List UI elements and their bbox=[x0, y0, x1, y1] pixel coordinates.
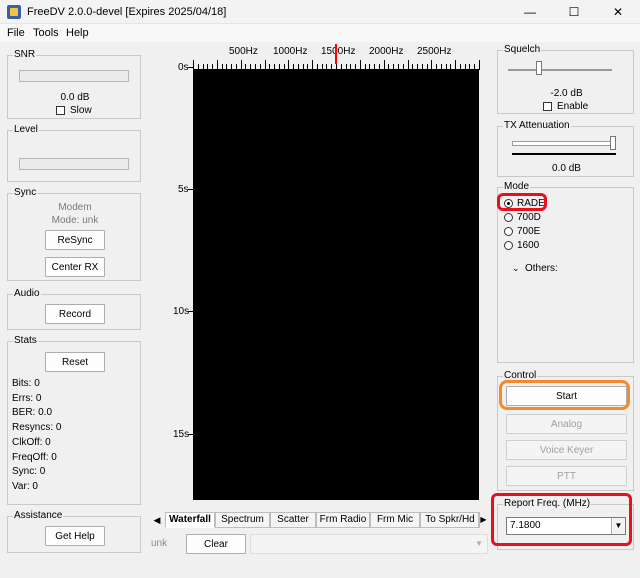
stat-ber: BER: 0.0 bbox=[12, 407, 53, 418]
analog-button[interactable]: Analog bbox=[506, 414, 627, 434]
menu-help[interactable]: Help bbox=[66, 27, 89, 39]
enable-label: Enable bbox=[557, 101, 589, 112]
tx-attenuation-group: TX Attenuation 0.0 dB bbox=[497, 120, 634, 177]
stats-label: Stats bbox=[13, 335, 38, 346]
tab-scroll-left-icon[interactable]: ◀ bbox=[151, 514, 163, 526]
level-group: Level bbox=[7, 124, 141, 182]
snr-gauge bbox=[19, 70, 129, 82]
status-text: unk bbox=[151, 538, 168, 549]
assistance-group: Assistance Get Help bbox=[7, 510, 141, 553]
waterfall-display[interactable] bbox=[193, 70, 479, 500]
maximize-button[interactable]: ☐ bbox=[552, 0, 596, 24]
freq-label-500: 500Hz bbox=[229, 46, 258, 57]
level-gauge bbox=[19, 158, 129, 170]
center-rx-button[interactable]: Center RX bbox=[45, 257, 105, 277]
mode-label: Mode bbox=[503, 181, 531, 192]
tab-scroll-right-icon[interactable]: ▶ bbox=[478, 513, 488, 527]
tab-waterfall[interactable]: Waterfall bbox=[165, 512, 215, 528]
stat-var: Var: 0 bbox=[12, 481, 38, 492]
assistance-label: Assistance bbox=[13, 510, 64, 521]
sync-group: Sync Modem Mode: unk ReSync Center RX bbox=[7, 187, 141, 281]
snr-label: SNR bbox=[13, 49, 37, 60]
slow-checkbox[interactable] bbox=[56, 106, 65, 115]
stat-errs: Errs: 0 bbox=[12, 393, 42, 404]
stat-resyncs: Resyncs: 0 bbox=[12, 422, 62, 433]
chevron-down-icon: ▼ bbox=[475, 539, 483, 548]
reset-button[interactable]: Reset bbox=[45, 352, 105, 372]
window-title: FreeDV 2.0.0-devel [Expires 2025/04/18] bbox=[27, 6, 227, 18]
time-tick-0 bbox=[188, 67, 193, 68]
stat-sync: Sync: 0 bbox=[12, 466, 46, 477]
tab-frm-mic[interactable]: Frm Mic bbox=[370, 512, 420, 528]
stat-clkoff: ClkOff: 0 bbox=[12, 437, 51, 448]
time-label-10s: 10s bbox=[173, 306, 190, 317]
time-label-0s: 0s bbox=[178, 62, 189, 73]
stats-group: Stats Reset Bits: 0 Errs: 0 BER: 0.0 Res… bbox=[7, 335, 141, 505]
freq-label-2000: 2000Hz bbox=[369, 46, 404, 57]
freq-label-1000: 1000Hz bbox=[273, 46, 308, 57]
others-chevron-icon[interactable]: ⌄ bbox=[512, 263, 520, 274]
tab-to-spkr[interactable]: To Spkr/Hd bbox=[420, 512, 480, 528]
record-button[interactable]: Record bbox=[45, 304, 105, 324]
audio-label: Audio bbox=[13, 288, 41, 299]
sync-mode: Mode: unk bbox=[51, 215, 99, 226]
mode-radio-1600[interactable] bbox=[504, 241, 513, 250]
sync-label: Sync bbox=[13, 187, 38, 198]
rade-highlight bbox=[497, 193, 547, 211]
menu-bar: File Tools Help bbox=[0, 24, 640, 42]
snr-group: SNR 0.0 dB Slow bbox=[7, 49, 141, 119]
tab-frm-radio[interactable]: Frm Radio bbox=[316, 512, 370, 528]
time-label-5s: 5s bbox=[178, 184, 189, 195]
get-help-button[interactable]: Get Help bbox=[45, 526, 105, 546]
mode-radio-700e[interactable] bbox=[504, 227, 513, 236]
close-button[interactable]: ✕ bbox=[596, 0, 640, 24]
app-icon bbox=[7, 5, 21, 19]
squelch-slider-thumb[interactable] bbox=[536, 61, 543, 75]
tx-attenuation-thumb[interactable] bbox=[610, 136, 616, 150]
menu-tools[interactable]: Tools bbox=[33, 27, 59, 39]
stat-bits: Bits: 0 bbox=[12, 378, 40, 389]
freq-label-1500: 1500Hz bbox=[321, 46, 356, 57]
ptt-button[interactable]: PTT bbox=[506, 466, 627, 486]
tuning-marker[interactable] bbox=[335, 44, 337, 64]
tab-spectrum[interactable]: Spectrum bbox=[215, 512, 270, 528]
squelch-slider-track[interactable] bbox=[508, 69, 612, 71]
minimize-button[interactable]: — bbox=[508, 0, 552, 24]
level-label: Level bbox=[13, 124, 39, 135]
mode-label-700d: 700D bbox=[517, 212, 541, 223]
status-combo[interactable]: ▼ bbox=[250, 534, 488, 554]
voice-keyer-button[interactable]: Voice Keyer bbox=[506, 440, 627, 460]
tx-attenuation-value: 0.0 dB bbox=[552, 163, 581, 174]
audio-group: Audio Record bbox=[7, 288, 141, 330]
stat-freqoff: FreqOff: 0 bbox=[12, 452, 57, 463]
mode-label-700e: 700E bbox=[517, 226, 541, 237]
resync-button[interactable]: ReSync bbox=[45, 230, 105, 250]
clear-button[interactable]: Clear bbox=[186, 534, 246, 554]
tx-attenuation-scale bbox=[512, 153, 616, 155]
mode-group: Mode RADE 700D 700E 1600 ⌄ Others: bbox=[497, 181, 634, 363]
title-bar: FreeDV 2.0.0-devel [Expires 2025/04/18] … bbox=[0, 0, 640, 24]
mode-label-1600: 1600 bbox=[517, 240, 540, 251]
slow-label: Slow bbox=[70, 105, 92, 116]
squelch-group: Squelch -2.0 dB Enable bbox=[497, 44, 634, 114]
enable-checkbox[interactable] bbox=[543, 102, 552, 111]
freq-label-2500: 2500Hz bbox=[417, 46, 452, 57]
mode-radio-700d[interactable] bbox=[504, 213, 513, 222]
others-label[interactable]: Others: bbox=[525, 263, 558, 274]
tx-attenuation-track[interactable] bbox=[512, 141, 616, 146]
sync-modem: Modem bbox=[58, 202, 92, 213]
tab-scatter[interactable]: Scatter bbox=[270, 512, 316, 528]
squelch-label: Squelch bbox=[503, 44, 542, 55]
start-highlight bbox=[499, 380, 630, 410]
snr-value: 0.0 dB bbox=[60, 92, 90, 103]
freq-tick bbox=[479, 60, 480, 70]
menu-file[interactable]: File bbox=[7, 27, 25, 39]
report-freq-highlight bbox=[491, 493, 632, 546]
squelch-value: -2.0 dB bbox=[550, 88, 583, 99]
time-label-15s: 15s bbox=[173, 429, 190, 440]
tx-attenuation-label: TX Attenuation bbox=[503, 120, 571, 131]
